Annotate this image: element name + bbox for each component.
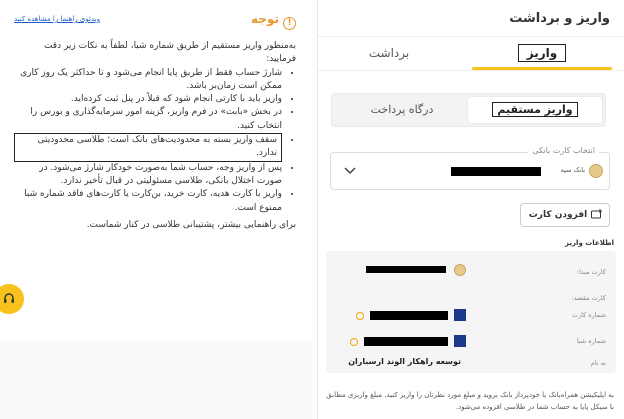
notice-heading: !توجه <box>251 12 296 30</box>
deposit-method-segment: واریز مستقیم درگاه پرداخت <box>331 93 606 127</box>
tab-deposit[interactable]: واریز <box>472 40 612 70</box>
notice-intro: به‌منظور واریز مستقیم از طریق شماره شبا،… <box>43 41 296 65</box>
card-number-label: شماره کارت <box>571 311 606 319</box>
add-card-button[interactable]: افزودن کارت <box>520 203 610 227</box>
add-card-icon <box>591 209 602 219</box>
tabs: واریز برداشت <box>317 40 624 70</box>
divider <box>318 36 624 37</box>
left-bottom-area <box>0 340 312 419</box>
warning-icon: ! <box>283 17 296 30</box>
bank-logo-icon <box>589 164 603 178</box>
sheba-bank-logo-icon <box>454 335 466 347</box>
redacted-dest-card <box>370 311 448 320</box>
dest-card-label: کارت مقصد: <box>571 294 606 302</box>
redacted-sheba <box>364 337 448 346</box>
notice-item-highlighted: سقف واریز بسته به محدودیت‌های بانک است؛ … <box>14 133 282 162</box>
copy-icon[interactable] <box>350 338 358 346</box>
segment-direct-deposit[interactable]: واریز مستقیم <box>468 97 602 123</box>
chevron-down-icon <box>344 167 356 175</box>
tab-withdraw[interactable]: برداشت <box>319 40 459 70</box>
segment-payment-gateway[interactable]: درگاه پرداخت <box>335 97 469 123</box>
notice-panel: !توجه ویدئوی راهنما را مشاهده کنید به‌من… <box>0 0 312 340</box>
deposit-info-title: اطلاعات واریز <box>565 239 614 247</box>
notice-outro: برای راهنمایی بیشتر، پشتیبانی طلاسی در ک… <box>86 219 296 230</box>
bank-card-select[interactable]: انتخاب کارت بانکی بانک سپه <box>330 146 610 190</box>
redacted-card-number <box>451 167 541 176</box>
notice-item: در بخش «بابت» در فرم واریز، گزینه امور س… <box>14 106 282 133</box>
origin-card-label: کارت مبدا: <box>576 268 606 276</box>
notice-item: واریز با کارت هدیه، کارت خرید، بن‌کارت ی… <box>14 188 282 215</box>
support-button[interactable] <box>0 284 24 314</box>
panel-title: واریز و برداشت <box>509 11 610 26</box>
card-select-label: انتخاب کارت بانکی <box>528 146 599 155</box>
owner-label: به نام <box>590 359 606 367</box>
notice-item: واریز باید با کارتی انجام شود که قبلاً د… <box>14 93 282 106</box>
video-guide-link[interactable]: ویدئوی راهنما را مشاهده کنید <box>14 15 100 23</box>
divider <box>318 70 624 71</box>
headset-icon <box>4 292 14 303</box>
notice-item: شارژ حساب فقط از طریق پایا انجام می‌شود … <box>14 67 282 94</box>
sheba-label: شماره شبا <box>576 337 606 345</box>
deposit-footnote: به اپلیکیشن همراه‌بانک یا خودپرداز بانک … <box>326 391 614 411</box>
notice-list: شارژ حساب فقط از طریق پایا انجام می‌شود … <box>14 67 296 215</box>
copy-icon[interactable] <box>356 312 364 320</box>
origin-bank-logo-icon <box>454 264 466 276</box>
deposit-withdraw-panel: واریز و برداشت واریز برداشت واریز مستقیم… <box>317 0 624 419</box>
account-owner-name: توسعه راهکار الوند ارسباران <box>348 357 461 366</box>
bank-name: بانک سپه <box>560 166 585 174</box>
deposit-info-box: کارت مبدا: کارت مقصد: شماره کارت شماره ش… <box>326 251 616 373</box>
notice-item: پس از واریز وجه، حساب شما به‌صورت خودکار… <box>14 162 282 189</box>
notice-body: به‌منظور واریز مستقیم از طریق شماره شبا،… <box>14 40 296 232</box>
redacted-origin-card <box>366 266 446 273</box>
dest-bank-logo-icon <box>454 309 466 321</box>
